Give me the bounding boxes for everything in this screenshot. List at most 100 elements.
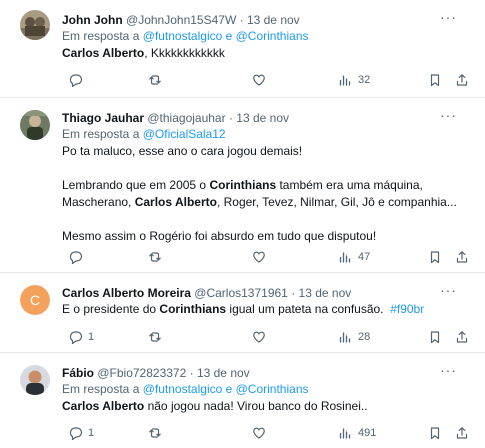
author-name[interactable]: Carlos Alberto Moreira — [62, 286, 191, 300]
reply-button[interactable] — [68, 250, 88, 264]
share-button[interactable] — [455, 330, 469, 344]
retweet-button[interactable] — [148, 426, 168, 440]
reply-prefix: Em resposta a — [62, 127, 140, 141]
reply-icon — [69, 427, 82, 440]
heart-icon — [253, 427, 265, 439]
retweet-button[interactable] — [148, 330, 168, 344]
bookmark-icon — [430, 331, 440, 344]
tweet-actions: 1 491 — [62, 425, 471, 441]
tweet[interactable]: John John @JohnJohn15S47W · 13 de nov ···… — [0, 0, 485, 98]
tweet[interactable]: Fábio @Fbio72823372 · 13 de nov ··· Em res… — [0, 353, 485, 448]
tweet-content: John John @JohnJohn15S47W · 13 de nov ···… — [62, 10, 471, 62]
text-segment: Mascherano, — [62, 195, 135, 209]
views-button[interactable]: 32 — [338, 73, 370, 87]
views-button[interactable]: 47 — [338, 250, 370, 264]
highlighted-term: Carlos Alberto — [62, 399, 145, 413]
more-icon[interactable]: ··· — [440, 363, 457, 377]
like-button[interactable] — [252, 250, 272, 264]
separator-dot: · — [189, 366, 194, 380]
views-button[interactable]: 28 — [338, 330, 370, 344]
reply-prefix: Em resposta a — [62, 29, 140, 43]
views-count: 32 — [358, 74, 371, 86]
tweet-text-line: E o presidente do Corinthians igual um p… — [62, 301, 471, 318]
tweet-header: Fábio @Fbio72823372 · 13 de nov — [62, 365, 471, 381]
tweet-content: Carlos Alberto Moreira @Carlos1371961 · … — [62, 283, 471, 318]
reply-mentions[interactable]: @OficialSala12 — [143, 127, 226, 141]
more-icon[interactable]: ··· — [440, 283, 457, 297]
share-icon — [456, 331, 468, 343]
tweet-text: Carlos Alberto, Kkkkkkkkkkkk — [62, 45, 471, 62]
author-handle[interactable]: @thiagojauhar — [147, 111, 225, 125]
bookmark-button[interactable] — [428, 250, 442, 264]
text-segment: Mesmo assim o Rogério foi absurdo em tud… — [62, 229, 377, 243]
tweet-date[interactable]: 13 de nov — [299, 286, 352, 300]
text-segment: também era uma máquina, — [276, 178, 423, 192]
reply-button[interactable]: 1 — [68, 426, 94, 440]
author-handle[interactable]: @JohnJohn15S47W — [126, 13, 236, 27]
author-handle[interactable]: @Carlos1371961 — [194, 286, 288, 300]
tweet-actions: 47 — [62, 249, 471, 265]
tweet-text-line — [62, 160, 471, 177]
more-icon[interactable]: ··· — [440, 108, 457, 122]
views-button[interactable]: 491 — [338, 426, 376, 440]
views-count: 47 — [358, 251, 371, 263]
separator-dot: · — [239, 13, 244, 27]
like-button[interactable] — [252, 330, 272, 344]
tweet-date[interactable]: 13 de nov — [236, 111, 289, 125]
reply-context: Em resposta a @futnostalgico e @Corinthi… — [62, 381, 471, 398]
avatar[interactable] — [20, 110, 50, 140]
author-name[interactable]: Fábio — [62, 366, 94, 380]
more-icon[interactable]: ··· — [440, 10, 457, 24]
author-name[interactable]: Thiago Jauhar — [62, 111, 144, 125]
bookmark-icon — [430, 427, 440, 440]
reply-mentions[interactable]: @futnostalgico e @Corinthians — [143, 29, 309, 43]
bookmark-button[interactable] — [428, 426, 442, 440]
tweet-text-line — [62, 211, 471, 228]
avatar[interactable] — [20, 365, 50, 395]
tweet-text-line: Carlos Alberto não jogou nada! Virou ban… — [62, 398, 471, 415]
reply-mentions[interactable]: @futnostalgico e @Corinthians — [143, 382, 309, 396]
tweet-text-line: Carlos Alberto, Kkkkkkkkkkkk — [62, 45, 471, 62]
tweet-text-line: Lembrando que em 2005 o Corinthians tamb… — [62, 177, 471, 194]
bookmark-button[interactable] — [428, 330, 442, 344]
share-button[interactable] — [455, 250, 469, 264]
retweet-button[interactable] — [148, 73, 168, 87]
reply-prefix: Em resposta a — [62, 382, 140, 396]
like-button[interactable] — [252, 426, 272, 440]
heart-icon — [253, 74, 265, 86]
tweet-header: Thiago Jauhar @thiagojauhar · 13 de nov — [62, 110, 471, 126]
reply-count: 1 — [88, 427, 95, 439]
retweet-button[interactable] — [148, 250, 168, 264]
author-name[interactable]: John John — [62, 13, 123, 27]
reply-button[interactable]: 1 — [68, 330, 94, 344]
author-handle[interactable]: @Fbio72823372 — [97, 366, 186, 380]
reply-button[interactable] — [68, 73, 88, 87]
avatar-letter: C — [30, 292, 40, 308]
bookmark-button[interactable] — [428, 73, 442, 87]
analytics-icon — [339, 428, 351, 439]
retweet-icon — [149, 252, 161, 262]
reply-icon — [69, 331, 82, 344]
tweet-content: Fábio @Fbio72823372 · 13 de nov ··· Em res… — [62, 363, 471, 415]
tweet-content: Thiago Jauhar @thiagojauhar · 13 de nov ·… — [62, 108, 471, 245]
tweet-header: John John @JohnJohn15S47W · 13 de nov — [62, 12, 471, 28]
tweet-date[interactable]: 13 de nov — [247, 13, 300, 27]
tweet-text-line: Mascherano, Carlos Alberto, Roger, Tevez… — [62, 194, 471, 211]
tweet-date[interactable]: 13 de nov — [197, 366, 250, 380]
views-count: 491 — [358, 427, 377, 439]
tweet[interactable]: Thiago Jauhar @thiagojauhar · 13 de nov ·… — [0, 98, 485, 273]
separator-dot: · — [291, 286, 296, 300]
bookmark-icon — [430, 74, 440, 87]
tweet[interactable]: C Carlos Alberto Moreira @Carlos1371961 ·… — [0, 273, 485, 353]
reply-icon — [69, 251, 82, 264]
avatar[interactable]: C — [20, 285, 50, 315]
tweet-text: E o presidente do Corinthians igual um p… — [62, 301, 471, 318]
like-button[interactable] — [252, 73, 272, 87]
avatar[interactable] — [20, 10, 50, 40]
reply-icon — [69, 74, 82, 87]
share-button[interactable] — [455, 426, 469, 440]
share-button[interactable] — [455, 73, 469, 87]
tweet-header: Carlos Alberto Moreira @Carlos1371961 · … — [62, 285, 471, 301]
hashtag-link[interactable]: #f90br — [390, 302, 424, 316]
tweet-text-line: Mesmo assim o Rogério foi absurdo em tud… — [62, 228, 471, 245]
